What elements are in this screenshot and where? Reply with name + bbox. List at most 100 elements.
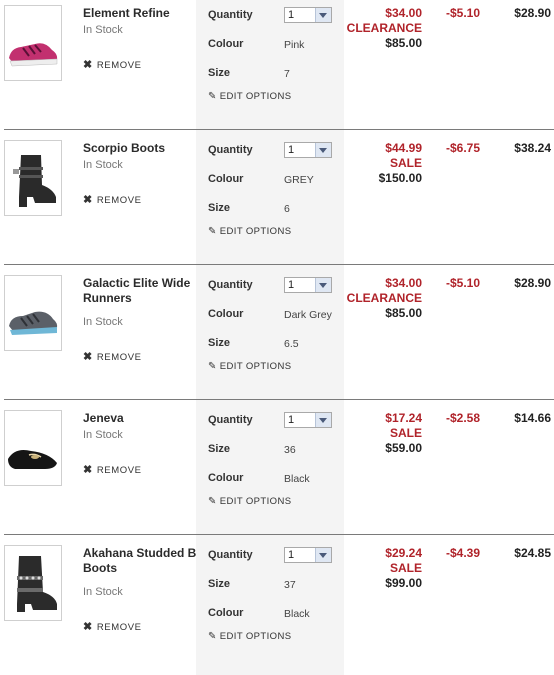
product-name[interactable]: Galactic Elite Wide Runners	[83, 276, 199, 306]
pencil-icon: ✎	[208, 91, 217, 102]
quantity-select[interactable]: 1	[284, 547, 332, 563]
remove-button[interactable]: ✖ REMOVE	[83, 350, 142, 363]
remove-label: REMOVE	[96, 352, 142, 363]
product-name[interactable]: Akahana Studded B Boots	[83, 546, 199, 576]
edit-options-link[interactable]: ✎ EDIT OPTIONS	[208, 226, 291, 237]
line-total: $38.24	[514, 141, 551, 155]
row-divider	[4, 129, 554, 130]
edit-options-link[interactable]: ✎ EDIT OPTIONS	[208, 361, 291, 372]
remove-button[interactable]: ✖ REMOVE	[83, 193, 142, 206]
option-label: Colour	[208, 607, 244, 619]
cart-item-row: Jeneva In Stock ✖ REMOVE Quantity 1 Size …	[0, 405, 554, 540]
pencil-icon: ✎	[208, 226, 217, 237]
cart-item-row: Galactic Elite Wide Runners In Stock ✖ RE…	[0, 270, 554, 405]
chevron-down-icon	[315, 413, 331, 427]
product-thumbnail[interactable]	[4, 275, 62, 351]
edit-options-label: EDIT OPTIONS	[219, 496, 292, 507]
remove-button[interactable]: ✖ REMOVE	[83, 620, 142, 633]
product-thumbnail[interactable]	[4, 410, 62, 486]
remove-button[interactable]: ✖ REMOVE	[83, 463, 142, 476]
sale-tag: CLEARANCE	[346, 21, 422, 35]
sale-tag: CLEARANCE	[346, 291, 422, 305]
product-thumbnail[interactable]	[4, 140, 62, 216]
product-name[interactable]: Jeneva	[83, 411, 199, 426]
option-value: 6.5	[284, 338, 299, 350]
sale-tag: SALE	[389, 426, 422, 440]
original-price: $150.00	[378, 171, 422, 185]
quantity-value: 1	[288, 144, 295, 156]
option-value: Dark Grey	[284, 309, 332, 321]
line-total: $14.66	[514, 411, 551, 425]
edit-options-label: EDIT OPTIONS	[219, 631, 292, 642]
product-name[interactable]: Scorpio Boots	[83, 141, 199, 156]
remove-label: REMOVE	[96, 195, 142, 206]
close-icon: ✖	[83, 59, 93, 71]
sale-price: $17.24	[385, 411, 422, 425]
cart-item-row: Akahana Studded B Boots In Stock ✖ REMOVE…	[0, 540, 554, 675]
stock-status: In Stock	[83, 24, 123, 36]
original-price: $85.00	[385, 36, 422, 50]
option-label: Size	[208, 202, 231, 214]
quantity-value: 1	[288, 549, 295, 561]
chevron-down-icon	[315, 8, 331, 22]
stock-status: In Stock	[83, 159, 123, 171]
stock-status: In Stock	[83, 316, 123, 328]
quantity-select[interactable]: 1	[284, 7, 332, 23]
edit-options-label: EDIT OPTIONS	[219, 91, 292, 102]
edit-options-link[interactable]: ✎ EDIT OPTIONS	[208, 91, 291, 102]
quantity-label: Quantity	[208, 144, 253, 156]
quantity-label: Quantity	[208, 279, 253, 291]
cart-item-row: Scorpio Boots In Stock ✖ REMOVE Quantity …	[0, 135, 554, 270]
option-value: Black	[284, 608, 310, 620]
original-price: $99.00	[385, 576, 422, 590]
edit-options-link[interactable]: ✎ EDIT OPTIONS	[208, 496, 291, 507]
option-label: Size	[208, 578, 231, 590]
sale-price: $44.99	[385, 141, 422, 155]
original-price: $59.00	[385, 441, 422, 455]
chevron-down-icon	[315, 278, 331, 292]
cart-item-row: Element Refine In Stock ✖ REMOVE Quantity…	[0, 0, 554, 135]
product-name[interactable]: Element Refine	[83, 6, 199, 21]
discount-amount: -$4.39	[446, 546, 481, 560]
close-icon: ✖	[83, 351, 93, 363]
quantity-select[interactable]: 1	[284, 277, 332, 293]
option-value: Black	[284, 473, 310, 485]
option-label: Colour	[208, 38, 244, 50]
quantity-select[interactable]: 1	[284, 142, 332, 158]
option-value: 6	[284, 203, 290, 215]
quantity-value: 1	[288, 9, 295, 21]
sale-price: $34.00	[385, 276, 422, 290]
quantity-value: 1	[288, 414, 295, 426]
line-total: $24.85	[514, 546, 551, 560]
option-label: Size	[208, 337, 231, 349]
option-label: Size	[208, 443, 231, 455]
product-thumbnail[interactable]	[4, 5, 62, 81]
quantity-select[interactable]: 1	[284, 412, 332, 428]
original-price: $85.00	[385, 306, 422, 320]
remove-label: REMOVE	[96, 60, 142, 71]
quantity-value: 1	[288, 279, 295, 291]
remove-label: REMOVE	[96, 622, 142, 633]
close-icon: ✖	[83, 194, 93, 206]
option-label: Colour	[208, 472, 244, 484]
pencil-icon: ✎	[208, 631, 217, 642]
stock-status: In Stock	[83, 586, 123, 598]
row-divider	[4, 534, 554, 535]
stock-status: In Stock	[83, 429, 123, 441]
chevron-down-icon	[315, 143, 331, 157]
option-label: Colour	[208, 173, 244, 185]
option-value: 7	[284, 68, 290, 80]
sale-price: $29.24	[385, 546, 422, 560]
remove-button[interactable]: ✖ REMOVE	[83, 58, 142, 71]
close-icon: ✖	[83, 464, 93, 476]
close-icon: ✖	[83, 621, 93, 633]
line-total: $28.90	[514, 276, 551, 290]
discount-amount: -$6.75	[446, 141, 481, 155]
edit-options-label: EDIT OPTIONS	[219, 226, 292, 237]
quantity-label: Quantity	[208, 549, 253, 561]
sale-price: $34.00	[385, 6, 422, 20]
edit-options-label: EDIT OPTIONS	[219, 361, 292, 372]
product-thumbnail[interactable]	[4, 545, 62, 621]
pencil-icon: ✎	[208, 361, 217, 372]
edit-options-link[interactable]: ✎ EDIT OPTIONS	[208, 631, 291, 642]
